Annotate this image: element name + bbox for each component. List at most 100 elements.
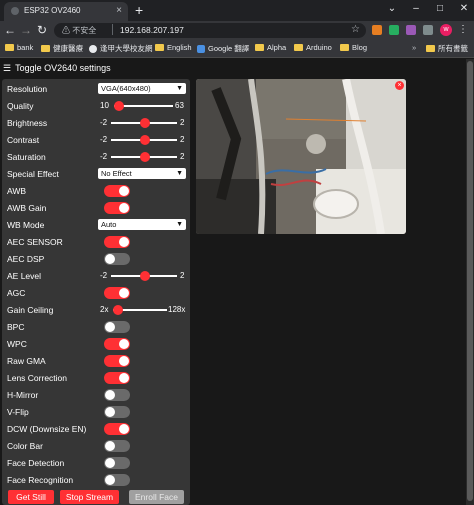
address-bar[interactable]: ⚠ 不安全 192.168.207.197 ☆ bbox=[54, 23, 366, 38]
special-effect-select[interactable]: No Effect ▼ bbox=[98, 168, 186, 179]
new-tab-button[interactable]: + bbox=[135, 2, 143, 18]
quality-slider-thumb[interactable] bbox=[114, 101, 124, 111]
setting-aec-sensor: AEC SENSOR bbox=[7, 234, 187, 250]
close-window-button[interactable]: ✕ bbox=[458, 2, 470, 16]
awb-gain-label: AWB Gain bbox=[7, 203, 47, 213]
chevron-down-icon: ▼ bbox=[176, 85, 183, 92]
enroll-face-button[interactable]: Enroll Face bbox=[129, 490, 184, 504]
contrast-slider-thumb[interactable] bbox=[140, 135, 150, 145]
bookmark-star-icon[interactable]: ☆ bbox=[351, 24, 360, 36]
globe-icon bbox=[89, 44, 97, 53]
v-flip-toggle[interactable] bbox=[104, 406, 130, 418]
browser-menu-icon[interactable]: ⋮ bbox=[458, 23, 468, 37]
h-mirror-label: H-Mirror bbox=[7, 390, 39, 400]
contrast-min: -2 bbox=[100, 135, 108, 144]
bookmark-english[interactable]: English bbox=[155, 43, 192, 52]
gain-ceiling-slider-thumb[interactable] bbox=[113, 305, 123, 315]
scrollbar-thumb[interactable] bbox=[467, 61, 473, 501]
profile-avatar[interactable]: w bbox=[440, 24, 452, 36]
toggle-knob bbox=[105, 441, 115, 451]
setting-wb-mode: WB Mode Auto ▼ bbox=[7, 217, 187, 233]
saturation-min: -2 bbox=[100, 152, 108, 161]
lens-correction-toggle[interactable] bbox=[104, 372, 130, 384]
saturation-slider-thumb[interactable] bbox=[140, 152, 150, 162]
awb-toggle[interactable] bbox=[104, 185, 130, 197]
forward-button[interactable]: → bbox=[19, 22, 33, 38]
brightness-max: 2 bbox=[180, 118, 185, 127]
extension-fox-icon[interactable] bbox=[372, 25, 382, 35]
ae-level-min: -2 bbox=[100, 271, 108, 280]
ae-level-label: AE Level bbox=[7, 271, 42, 281]
h-mirror-toggle[interactable] bbox=[104, 389, 130, 401]
wb-mode-label: WB Mode bbox=[7, 220, 45, 230]
face-recognition-toggle[interactable] bbox=[104, 474, 130, 486]
not-secure-label[interactable]: ⚠ 不安全 bbox=[62, 25, 96, 36]
setting-contrast: Contrast -2 2 bbox=[7, 132, 187, 148]
wpc-toggle[interactable] bbox=[104, 338, 130, 350]
extension-green-icon[interactable] bbox=[389, 25, 399, 35]
reload-button[interactable]: ↻ bbox=[35, 22, 49, 38]
bookmark-alpha[interactable]: Alpha bbox=[255, 43, 286, 52]
dcw-toggle[interactable] bbox=[104, 423, 130, 435]
quality-max: 63 bbox=[175, 101, 184, 110]
special-effect-label: Special Effect bbox=[7, 169, 59, 179]
setting-face-recognition: Face Recognition bbox=[7, 472, 187, 488]
tab-search-icon[interactable]: ⌄ bbox=[386, 2, 398, 16]
toggle-knob bbox=[119, 339, 129, 349]
wb-mode-select[interactable]: Auto ▼ bbox=[98, 219, 186, 230]
extensions-puzzle-icon[interactable] bbox=[406, 25, 416, 35]
raw-gma-toggle[interactable] bbox=[104, 355, 130, 367]
close-stream-icon[interactable]: × bbox=[395, 81, 404, 90]
tab-title: ESP32 OV2460 bbox=[24, 6, 81, 15]
toggle-knob bbox=[105, 254, 115, 264]
color-bar-label: Color Bar bbox=[7, 441, 43, 451]
folder-icon bbox=[41, 45, 50, 52]
stop-stream-button[interactable]: Stop Stream bbox=[60, 490, 119, 504]
gain-ceiling-min: 2x bbox=[100, 305, 109, 314]
bookmark-google-translate[interactable]: Google 翻譯 bbox=[197, 43, 249, 54]
back-button[interactable]: ← bbox=[3, 22, 17, 38]
contrast-label: Contrast bbox=[7, 135, 40, 145]
color-bar-toggle[interactable] bbox=[104, 440, 130, 452]
bookmark-alumni[interactable]: 逢甲大學校友網 bbox=[89, 43, 153, 54]
aec-sensor-toggle[interactable] bbox=[104, 236, 130, 248]
awb-gain-toggle[interactable] bbox=[104, 202, 130, 214]
face-detection-label: Face Detection bbox=[7, 458, 65, 468]
url-text[interactable]: 192.168.207.197 bbox=[120, 25, 184, 35]
agc-toggle[interactable] bbox=[104, 287, 130, 299]
maximize-button[interactable]: □ bbox=[434, 2, 446, 16]
brightness-label: Brightness bbox=[7, 118, 48, 128]
browser-tab-bar: ESP32 OV2460 × + ⌄ – □ ✕ bbox=[0, 0, 474, 21]
side-panel-icon[interactable] bbox=[423, 25, 433, 35]
dcw-label: DCW (Downsize EN) bbox=[7, 424, 87, 434]
setting-face-detection: Face Detection bbox=[7, 455, 187, 471]
setting-wpc: WPC bbox=[7, 336, 187, 352]
quality-min: 10 bbox=[100, 101, 109, 110]
ae-level-slider-thumb[interactable] bbox=[140, 271, 150, 281]
toggle-settings-header[interactable]: ☰ Toggle OV2640 settings bbox=[3, 63, 111, 74]
resolution-select[interactable]: VGA(640x480) ▼ bbox=[98, 83, 186, 94]
page-scrollbar[interactable] bbox=[466, 59, 474, 505]
quality-label: Quality bbox=[7, 101, 34, 111]
browser-tab[interactable]: ESP32 OV2460 × bbox=[4, 2, 128, 21]
minimize-button[interactable]: – bbox=[410, 2, 422, 16]
setting-h-mirror: H-Mirror bbox=[7, 387, 187, 403]
toggle-knob bbox=[119, 424, 129, 434]
bookmark-bank[interactable]: bank bbox=[5, 43, 33, 52]
face-recognition-label: Face Recognition bbox=[7, 475, 74, 485]
saturation-max: 2 bbox=[180, 152, 185, 161]
bookmark-health[interactable]: 健康醫療 bbox=[41, 43, 83, 54]
bookmark-arduino[interactable]: Arduino bbox=[294, 43, 332, 52]
all-bookmarks[interactable]: 所有書籤 bbox=[426, 43, 468, 54]
tab-close-icon[interactable]: × bbox=[116, 5, 122, 17]
bookmark-blog[interactable]: Blog bbox=[340, 43, 367, 52]
setting-agc: AGC bbox=[7, 285, 187, 301]
aec-dsp-toggle[interactable] bbox=[104, 253, 130, 265]
toggle-knob bbox=[105, 475, 115, 485]
get-still-button[interactable]: Get Still bbox=[8, 490, 54, 504]
more-bookmarks-icon[interactable]: » bbox=[412, 43, 416, 52]
brightness-slider-thumb[interactable] bbox=[140, 118, 150, 128]
face-detection-toggle[interactable] bbox=[104, 457, 130, 469]
bpc-toggle[interactable] bbox=[104, 321, 130, 333]
hamburger-icon[interactable]: ☰ bbox=[3, 63, 11, 74]
